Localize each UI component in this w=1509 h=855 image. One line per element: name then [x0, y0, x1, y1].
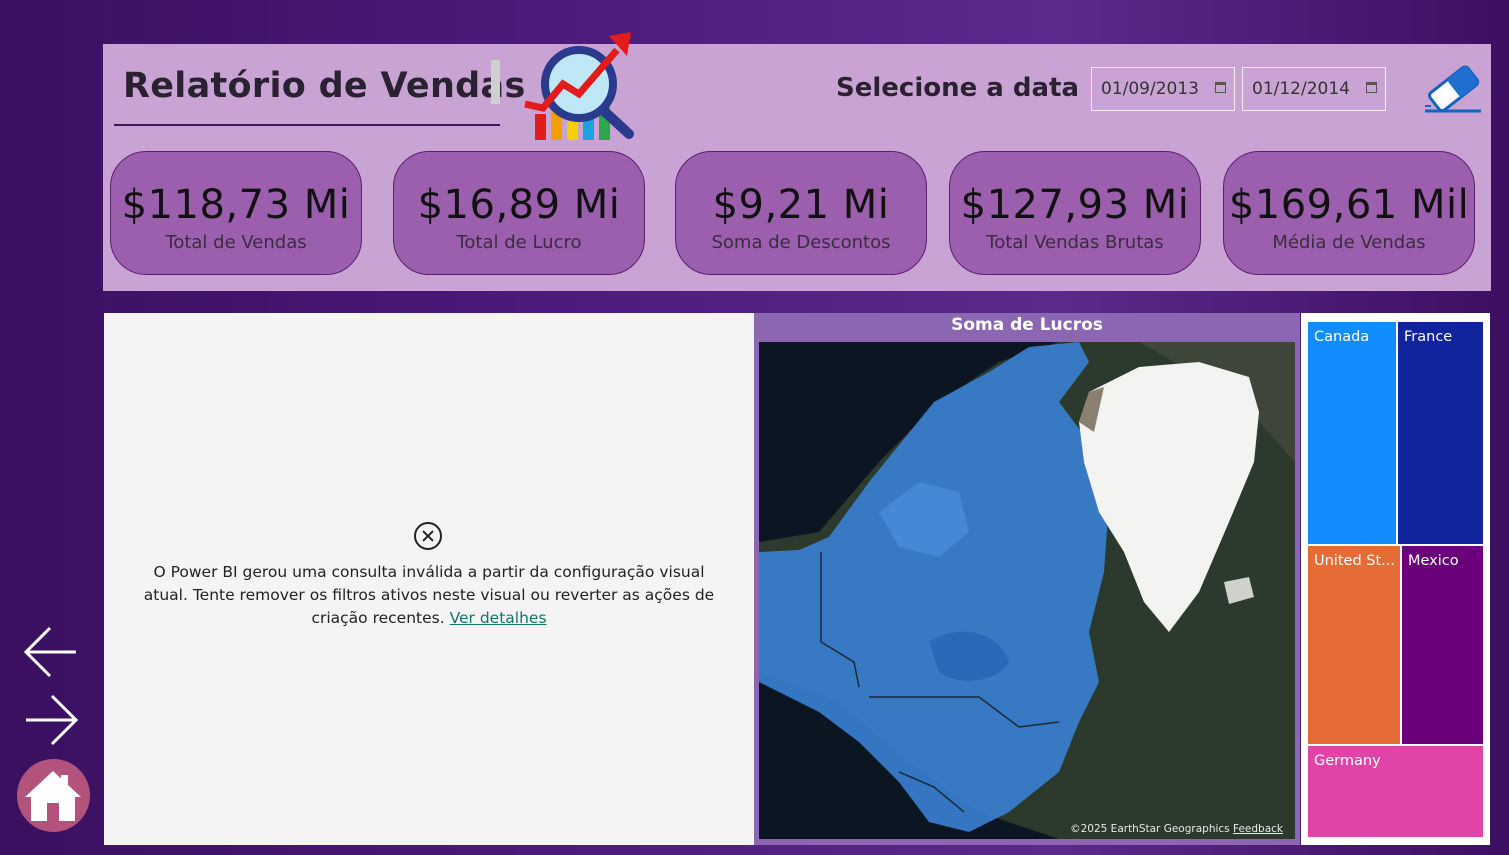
kpi-label: Total de Lucro: [456, 232, 582, 253]
header-panel: Relatório de Vendas Selecione a data 01/…: [103, 32, 1491, 291]
kpi-value: $118,73 Mi: [121, 182, 351, 228]
kpi-card-soma-descontos: $9,21 Mi Soma de Descontos: [675, 151, 927, 275]
kpi-value: $16,89 Mi: [417, 182, 621, 228]
map-area[interactable]: ©2025 EarthStar Geographics Feedback: [759, 342, 1295, 839]
satellite-map: [759, 342, 1295, 839]
error-circle-x-icon: [414, 522, 442, 550]
kpi-value: $127,93 Mi: [960, 182, 1190, 228]
treemap-tile-label: Germany: [1314, 753, 1381, 769]
map-attribution: ©2025 EarthStar Geographics Feedback: [1070, 823, 1283, 835]
arrow-left-icon[interactable]: [22, 624, 80, 680]
see-details-link[interactable]: Ver detalhes: [450, 609, 547, 627]
kpi-label: Soma de Descontos: [711, 232, 891, 253]
treemap-tile-label: Canada: [1314, 329, 1370, 345]
home-icon: [25, 771, 81, 821]
treemap-tile-france[interactable]: France: [1398, 322, 1483, 544]
calendar-icon[interactable]: [1215, 82, 1226, 93]
end-date-input[interactable]: 01/12/2014: [1242, 67, 1386, 111]
title-underline: [114, 124, 500, 126]
map-visual: Soma de Lucros ©2025 EarthStar Geographi…: [754, 313, 1300, 845]
kpi-label: Total Vendas Brutas: [986, 232, 1164, 253]
error-visual: O Power BI gerou uma consulta inválida a…: [104, 313, 754, 845]
kpi-card-total-vendas: $118,73 Mi Total de Vendas: [110, 151, 362, 275]
treemap-tile-label: Mexico: [1408, 553, 1459, 569]
report-title: Relatório de Vendas: [123, 66, 526, 106]
treemap-tile-mexico[interactable]: Mexico: [1402, 546, 1483, 744]
kpi-card-total-lucro: $16,89 Mi Total de Lucro: [393, 151, 645, 275]
kpi-label: Total de Vendas: [165, 232, 307, 253]
error-message: O Power BI gerou uma consulta inválida a…: [134, 561, 724, 630]
map-credit-text: ©2025 EarthStar Geographics: [1070, 823, 1230, 835]
treemap-visual: Canada France United St... Mexico German…: [1301, 313, 1490, 845]
kpi-value: $169,61 Mil: [1228, 182, 1470, 228]
error-message-text: O Power BI gerou uma consulta inválida a…: [143, 563, 715, 627]
calendar-icon[interactable]: [1366, 82, 1377, 93]
start-date-input[interactable]: 01/09/2013: [1091, 67, 1235, 111]
treemap-tile-label: United St...: [1314, 553, 1395, 569]
home-button[interactable]: [17, 759, 90, 832]
treemap-tile-united-states[interactable]: United St...: [1308, 546, 1400, 744]
map-feedback-link[interactable]: Feedback: [1233, 823, 1283, 835]
treemap-tile-canada[interactable]: Canada: [1308, 322, 1396, 544]
arrow-right-icon[interactable]: [22, 692, 80, 748]
kpi-card-media-vendas: $169,61 Mil Média de Vendas: [1223, 151, 1475, 275]
kpi-value: $9,21 Mi: [712, 182, 890, 228]
kpi-label: Média de Vendas: [1272, 232, 1426, 253]
kpi-card-total-vendas-brutas: $127,93 Mi Total Vendas Brutas: [949, 151, 1201, 275]
treemap-tile-label: France: [1404, 329, 1453, 345]
title-cursor-bar: [491, 60, 500, 104]
report-canvas: Relatório de Vendas Selecione a data 01/…: [0, 0, 1509, 855]
eraser-icon[interactable]: [1423, 62, 1483, 114]
date-filter-label: Selecione a data: [836, 73, 1080, 103]
treemap-tile-germany[interactable]: Germany: [1308, 746, 1483, 837]
end-date-value: 01/12/2014: [1252, 79, 1350, 99]
map-title: Soma de Lucros: [951, 315, 1103, 335]
sales-chart-magnifier-icon: [524, 32, 634, 140]
start-date-value: 01/09/2013: [1101, 79, 1199, 99]
